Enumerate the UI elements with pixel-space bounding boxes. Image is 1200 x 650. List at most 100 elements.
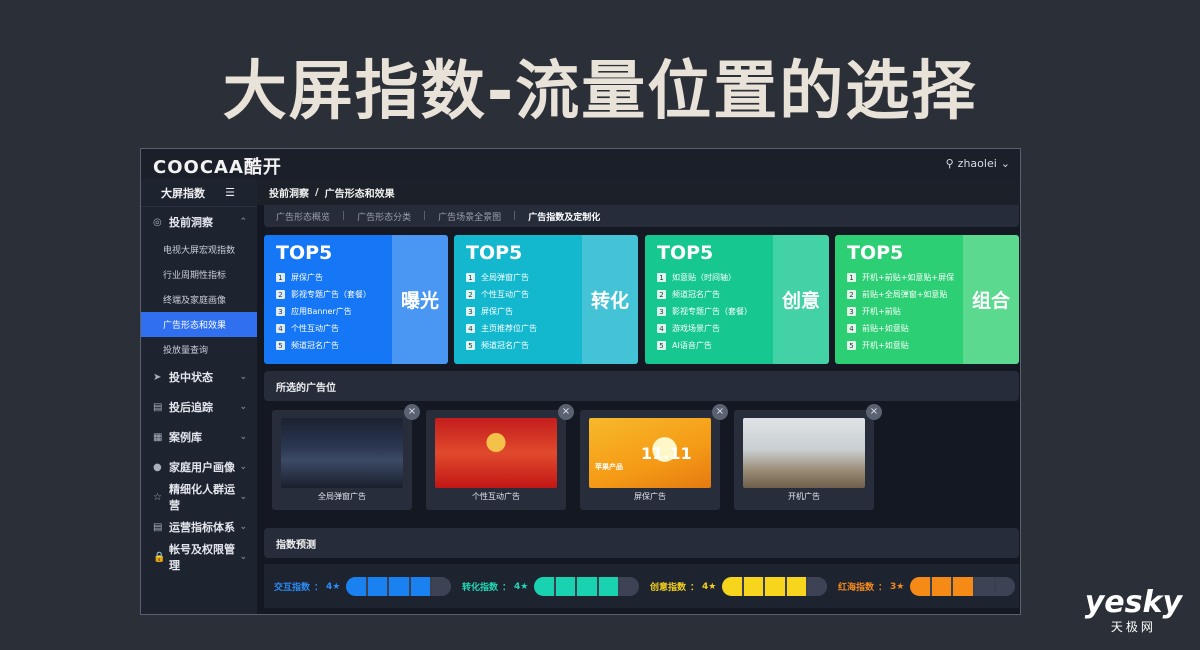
chevron-up-icon: ⌃: [239, 217, 247, 227]
remove-icon[interactable]: ×: [866, 404, 882, 420]
sidebar-group[interactable]: ◎ 投前洞察 ⌃: [141, 207, 257, 237]
card-list-panel: TOP5 1 全局弹窗广告 2 个性互动广告 3 屏保广告 4 主页推荐位广告 5 频道冠名广告: [454, 235, 582, 364]
card-rank-item: 5 频道冠名广告: [466, 337, 582, 354]
sidebar-group[interactable]: 🔒 帐号及权限管理 ⌄: [141, 542, 257, 572]
card-top5-title: TOP5: [276, 242, 333, 264]
rank-label: 应用Banner广告: [291, 307, 352, 316]
rank-number: 1: [276, 273, 285, 282]
breadcrumb-current: 广告形态和效果: [324, 188, 395, 200]
card-rank-item: 4 主页推荐位广告: [466, 320, 582, 337]
selected-section-header: 所选的广告位: [264, 371, 1019, 401]
sub-tab[interactable]: 广告形态概览: [276, 210, 330, 223]
thumb-brand-text: 苹果产品: [595, 463, 623, 471]
rank-number: 3: [657, 307, 666, 316]
user-menu[interactable]: ⚲ zhaolei ⌄: [946, 157, 1010, 170]
file-icon: ▤: [153, 401, 163, 413]
index-level-filled: [346, 577, 366, 596]
card-rank-item: 4 个性互动广告: [276, 320, 392, 337]
index-level-filled: [931, 577, 952, 596]
sub-tab[interactable]: 广告形态分类: [357, 210, 411, 223]
tab-separator: |: [513, 211, 517, 221]
selected-ad-card[interactable]: 开机广告 ×: [734, 404, 882, 510]
watermark-line1: yesky: [1084, 585, 1182, 620]
top5-card[interactable]: TOP5 1 屏保广告 2 影视专题广告（套餐） 3 应用Banner广告 4 个性互动广告 5 频…: [264, 235, 448, 364]
selected-ad-card[interactable]: 11.11 苹果产品 屏保广告 ×: [580, 404, 728, 510]
sidebar-group[interactable]: ● 家庭用户画像 ⌄: [141, 452, 257, 482]
top5-card[interactable]: TOP5 1 如意贴（时间轴） 2 频道冠名广告 3 影视专题广告（套餐） 4 游戏场景广告 5 A…: [645, 235, 829, 364]
chevron-down-icon: ⌄: [239, 492, 247, 502]
rank-number: 4: [276, 324, 285, 333]
sidebar-group[interactable]: ▦ 案例库 ⌄: [141, 422, 257, 452]
index-colon: ：: [878, 583, 888, 593]
index-rating: 转化指数： 4★: [462, 577, 640, 596]
top5-card[interactable]: TOP5 1 开机+前贴+如意贴+屏保 2 前贴+全局弹窗+如意贴 3 开机+前贴 4 前贴+如…: [835, 235, 1019, 364]
rank-label: 屏保广告: [481, 307, 513, 316]
breadcrumb-parent[interactable]: 投前洞察: [269, 185, 309, 200]
sidebar-group[interactable]: ☆ 精细化人群运营 ⌄: [141, 482, 257, 512]
rank-number: 2: [466, 290, 475, 299]
card-rank-item: 2 前贴+全局弹窗+如意贴: [847, 286, 963, 303]
boot-ad-thumbnail: [743, 418, 865, 488]
sidebar-group[interactable]: ▤ 投后追踪 ⌄: [141, 392, 257, 422]
chevron-down-icon: ⌄: [239, 372, 247, 382]
index-label: 红海指数: [838, 583, 875, 593]
remove-icon[interactable]: ×: [558, 404, 574, 420]
rank-label: 个性互动广告: [481, 290, 529, 299]
sidebar-group[interactable]: ➤ 投中状态 ⌄: [141, 362, 257, 392]
index-level-empty: [808, 577, 828, 596]
selected-ad-card[interactable]: 全局弹窗广告 ×: [272, 404, 420, 510]
index-level-bar: [722, 577, 828, 596]
sidebar-group-label: 投中状态: [169, 371, 213, 384]
top5-card[interactable]: TOP5 1 全局弹窗广告 2 个性互动广告 3 屏保广告 4 主页推荐位广告 5 频道冠名广告 转化: [454, 235, 638, 364]
app-logo: COOCAA酷开: [153, 157, 282, 178]
sub-tab[interactable]: 广告指数及定制化: [528, 210, 600, 223]
card-rank-item: 1 开机+前贴+如意贴+屏保: [847, 269, 963, 286]
rank-label: 个性互动广告: [291, 324, 339, 333]
rank-label: 屏保广告: [291, 273, 323, 282]
index-level-filled: [389, 577, 409, 596]
remove-icon[interactable]: ×: [404, 404, 420, 420]
sub-tab[interactable]: 广告场景全景图: [438, 210, 501, 223]
index-level-empty: [620, 577, 640, 596]
sidebar-item[interactable]: 电视大屏宏观指数: [141, 237, 257, 262]
index-rating: 红海指数： 3★: [838, 577, 1016, 596]
rank-number: 5: [466, 341, 475, 350]
menu-collapse-icon[interactable]: ☰: [225, 186, 235, 199]
doc-icon: ▦: [153, 431, 163, 443]
sidebar-item[interactable]: 行业周期性指标: [141, 262, 257, 287]
rank-number: 2: [657, 290, 666, 299]
card-list-panel: TOP5 1 开机+前贴+如意贴+屏保 2 前贴+全局弹窗+如意贴 3 开机+前贴 4 前贴+如…: [835, 235, 963, 364]
index-level-filled: [743, 577, 764, 596]
sidebar-item[interactable]: 广告形态和效果: [141, 312, 257, 337]
index-level-filled: [577, 577, 597, 596]
index-level-empty: [432, 577, 452, 596]
index-level-filled: [910, 577, 930, 596]
index-label: 创意指数: [650, 583, 687, 593]
sidebar-group[interactable]: ▤ 运营指标体系 ⌄: [141, 512, 257, 542]
sidebar-item[interactable]: 投放量查询: [141, 337, 257, 362]
index-label: 交互指数: [274, 583, 311, 593]
selected-ad-card[interactable]: 个性互动广告 ×: [426, 404, 574, 510]
card-top5-title: TOP5: [466, 242, 523, 264]
selected-section-title: 所选的广告位: [276, 382, 336, 394]
app-window: COOCAA酷开 ⚲ zhaolei ⌄ 大屏指数 ☰ ◎ 投前洞察 ⌃ 电视大屏宏观…: [140, 148, 1021, 615]
card-rank-item: 3 应用Banner广告: [276, 303, 392, 320]
card-category-label: 曝光: [392, 235, 448, 364]
index-level-empty: [996, 577, 1016, 596]
index-level-empty: [974, 577, 994, 596]
index-section-title: 指数预测: [276, 539, 316, 551]
rank-label: 游戏场景广告: [672, 324, 720, 333]
sidebar-group-label: 投后追踪: [169, 401, 213, 414]
chevron-down-icon: ⌄: [239, 462, 247, 472]
rank-number: 3: [847, 307, 856, 316]
rank-label: 频道冠名广告: [481, 341, 529, 350]
card-rank-item: 2 个性互动广告: [466, 286, 582, 303]
tab-separator: |: [423, 211, 427, 221]
sidebar-group-label: 投前洞察: [169, 216, 213, 229]
interactive-ad-thumbnail: [435, 418, 557, 488]
sidebar-header: 大屏指数 ☰: [141, 179, 257, 207]
remove-icon[interactable]: ×: [712, 404, 728, 420]
card-rank-item: 3 屏保广告: [466, 303, 582, 320]
sidebar-item[interactable]: 终端及家庭画像: [141, 287, 257, 312]
card-rank-item: 3 影视专题广告（套餐）: [657, 303, 773, 320]
